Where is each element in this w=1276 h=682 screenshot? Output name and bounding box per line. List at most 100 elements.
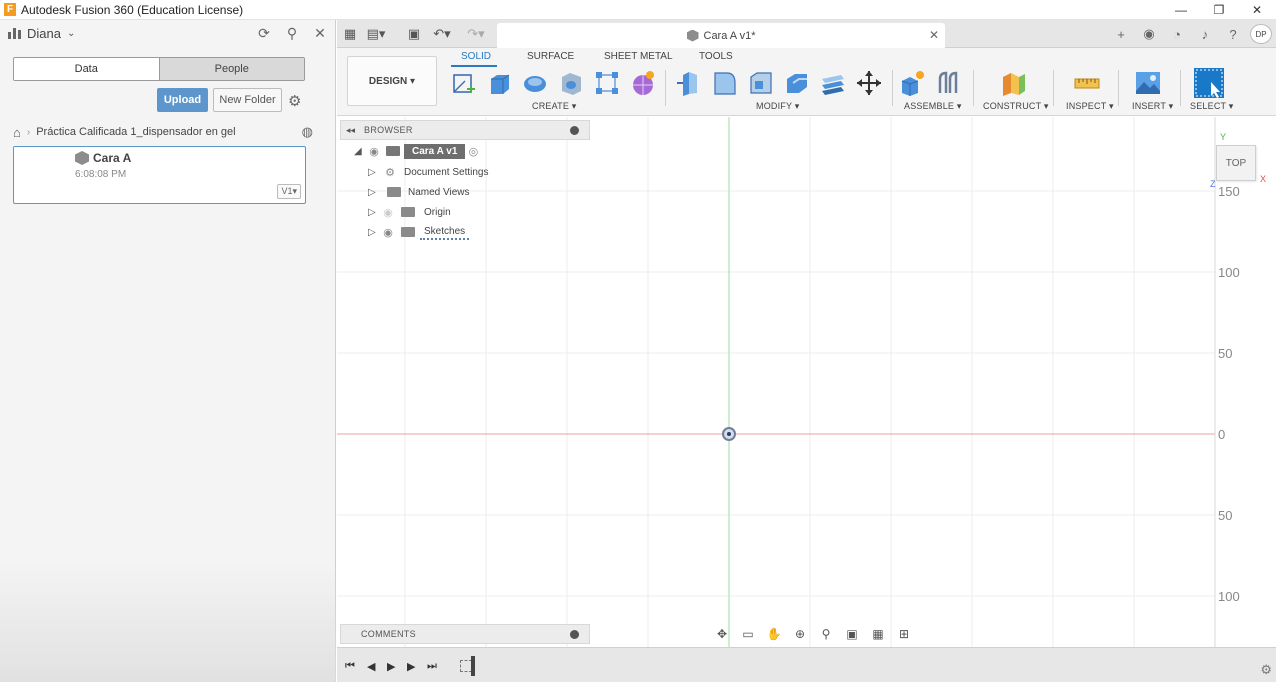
fillet-icon[interactable] <box>711 69 739 97</box>
hole-icon[interactable] <box>557 69 585 97</box>
browser-root[interactable]: ◢ ◉ Cara A v1 ◎ <box>354 142 481 160</box>
go-to-end-icon[interactable]: ⏭ <box>427 660 437 673</box>
target-icon[interactable]: ◎ <box>465 145 481 158</box>
shell-icon[interactable] <box>783 69 811 97</box>
notifications-icon[interactable]: ♪ <box>1194 24 1216 44</box>
go-to-start-icon[interactable]: ⏮ <box>345 660 355 673</box>
construct-menu[interactable]: CONSTRUCT ▾ <box>983 101 1049 112</box>
expand-triangle-icon[interactable]: ▷ <box>368 187 380 198</box>
combine-icon[interactable] <box>819 69 847 97</box>
home-icon[interactable]: ⌂ <box>13 125 21 140</box>
create-menu[interactable]: CREATE ▾ <box>532 101 576 112</box>
insert-image-icon[interactable] <box>1134 69 1162 97</box>
pan-icon[interactable]: ✋ <box>763 627 785 641</box>
close-window-button[interactable]: ✕ <box>1238 0 1276 20</box>
extensions-icon[interactable]: ◉ <box>1138 24 1160 44</box>
expand-triangle-icon[interactable]: ▷ <box>368 227 380 238</box>
browser-panel-header[interactable]: ◂◂ BROWSER <box>340 120 590 140</box>
timeline-playhead[interactable] <box>471 656 475 676</box>
browser-item-sketches[interactable]: ▷ ◉ Sketches <box>368 223 470 241</box>
display-settings-icon[interactable]: ▣ <box>841 627 863 641</box>
avatar[interactable]: DP <box>1250 24 1272 44</box>
browser-item-document-settings[interactable]: ▷ ⚙ Document Settings <box>368 163 493 181</box>
browser-root-label[interactable]: Cara A v1 <box>404 143 466 159</box>
play-icon[interactable]: ▶ <box>387 660 395 673</box>
new-folder-button[interactable]: New Folder <box>213 88 282 112</box>
chevron-down-icon[interactable]: ⌄ <box>67 28 75 39</box>
eye-icon[interactable]: ◉ <box>380 226 396 239</box>
undo-icon[interactable]: ↶▾ <box>433 25 451 43</box>
design-canvas[interactable]: ◂◂ BROWSER ◢ ◉ Cara A v1 ◎ ▷ ⚙ Document … <box>337 117 1276 647</box>
pattern-icon[interactable] <box>593 69 621 97</box>
grid-menu-icon[interactable] <box>8 27 21 39</box>
create-form-icon[interactable] <box>629 69 657 97</box>
eye-hidden-icon[interactable]: ◉ <box>380 206 396 219</box>
assemble-menu[interactable]: ASSEMBLE ▾ <box>904 101 962 112</box>
eye-icon[interactable]: ◉ <box>366 145 382 158</box>
close-icon[interactable]: ✕ <box>311 24 329 42</box>
grid-settings-icon[interactable]: ▦ <box>867 627 889 641</box>
select-menu[interactable]: SELECT ▾ <box>1190 101 1233 112</box>
modify-menu[interactable]: MODIFY ▾ <box>756 101 799 112</box>
measure-icon[interactable] <box>1073 69 1101 97</box>
breadcrumb-project[interactable]: Práctica Calificada 1_dispensador en gel <box>36 126 235 138</box>
apps-grid-icon[interactable]: ▦ <box>341 25 359 43</box>
fit-icon[interactable]: ⚲ <box>815 627 837 641</box>
tab-solid[interactable]: SOLID <box>461 51 491 62</box>
tab-data[interactable]: Data <box>14 58 159 80</box>
collapse-triangle-icon[interactable]: ◢ <box>354 146 366 157</box>
select-icon[interactable] <box>1193 67 1225 99</box>
minimize-button[interactable]: — <box>1162 0 1200 20</box>
redo-icon[interactable]: ↷▾ <box>467 25 485 43</box>
tab-sheet-metal[interactable]: SHEET METAL <box>604 51 673 62</box>
upload-button[interactable]: Upload <box>157 88 208 112</box>
job-status-icon[interactable]: ◔ <box>1166 24 1188 44</box>
revolve-icon[interactable] <box>521 69 549 97</box>
chamfer-icon[interactable] <box>747 69 775 97</box>
joint-icon[interactable] <box>935 69 963 97</box>
collapse-arrows-icon[interactable]: ◂◂ <box>346 125 355 136</box>
help-icon[interactable]: ? <box>1222 24 1244 44</box>
insert-menu[interactable]: INSERT ▾ <box>1132 101 1173 112</box>
inspect-menu[interactable]: INSPECT ▾ <box>1066 101 1114 112</box>
step-back-icon[interactable]: ◀ <box>367 660 375 673</box>
file-card[interactable]: Cara A 6:08:08 PM V1▾ <box>13 146 306 204</box>
zoom-icon[interactable]: ⊕ <box>789 627 811 641</box>
gear-icon[interactable]: ⚙ <box>1260 662 1272 678</box>
gear-icon[interactable]: ⚙ <box>288 92 301 110</box>
close-tab-icon[interactable]: ✕ <box>929 28 939 42</box>
extrude-icon[interactable] <box>485 69 513 97</box>
browser-item-origin[interactable]: ▷ ◉ Origin <box>368 203 455 221</box>
pin-icon[interactable] <box>570 126 579 135</box>
refresh-icon[interactable]: ⟳ <box>255 24 273 42</box>
tab-surface[interactable]: SURFACE <box>527 51 574 62</box>
restore-button[interactable]: ❐ <box>1200 0 1238 20</box>
move-copy-icon[interactable] <box>855 69 883 97</box>
expand-triangle-icon[interactable]: ▷ <box>368 167 380 178</box>
tab-people[interactable]: People <box>158 58 304 80</box>
save-icon[interactable]: ▣ <box>405 25 423 43</box>
tab-tools[interactable]: TOOLS <box>699 51 733 62</box>
origin-point[interactable] <box>722 427 736 441</box>
document-tab[interactable]: Cara A v1* ✕ <box>497 23 945 48</box>
new-tab-icon[interactable]: + <box>1110 24 1132 44</box>
workspace-selector[interactable]: DESIGN ▾ <box>347 56 437 106</box>
browser-item-named-views[interactable]: ▷ Named Views <box>368 183 474 201</box>
offset-plane-icon[interactable] <box>999 69 1027 97</box>
look-at-icon[interactable]: ▭ <box>737 627 759 641</box>
new-component-icon[interactable] <box>899 69 927 97</box>
comments-panel-header[interactable]: COMMENTS <box>340 624 590 644</box>
user-name[interactable]: Diana <box>27 26 61 41</box>
pin-icon[interactable] <box>570 630 579 639</box>
step-forward-icon[interactable]: ▶ <box>407 660 415 673</box>
expand-triangle-icon[interactable]: ▷ <box>368 207 380 218</box>
viewports-icon[interactable]: ⊞ <box>893 627 915 641</box>
file-menu-icon[interactable]: ▤▾ <box>367 25 386 43</box>
version-dropdown[interactable]: V1▾ <box>277 184 301 199</box>
search-icon[interactable]: ⚲ <box>283 24 301 42</box>
press-pull-icon[interactable] <box>675 69 703 97</box>
globe-icon[interactable]: ◍ <box>302 124 313 140</box>
create-sketch-icon[interactable] <box>449 69 477 97</box>
view-cube[interactable]: TOP <box>1216 145 1256 181</box>
orbit-icon[interactable]: ✥ <box>711 627 733 641</box>
